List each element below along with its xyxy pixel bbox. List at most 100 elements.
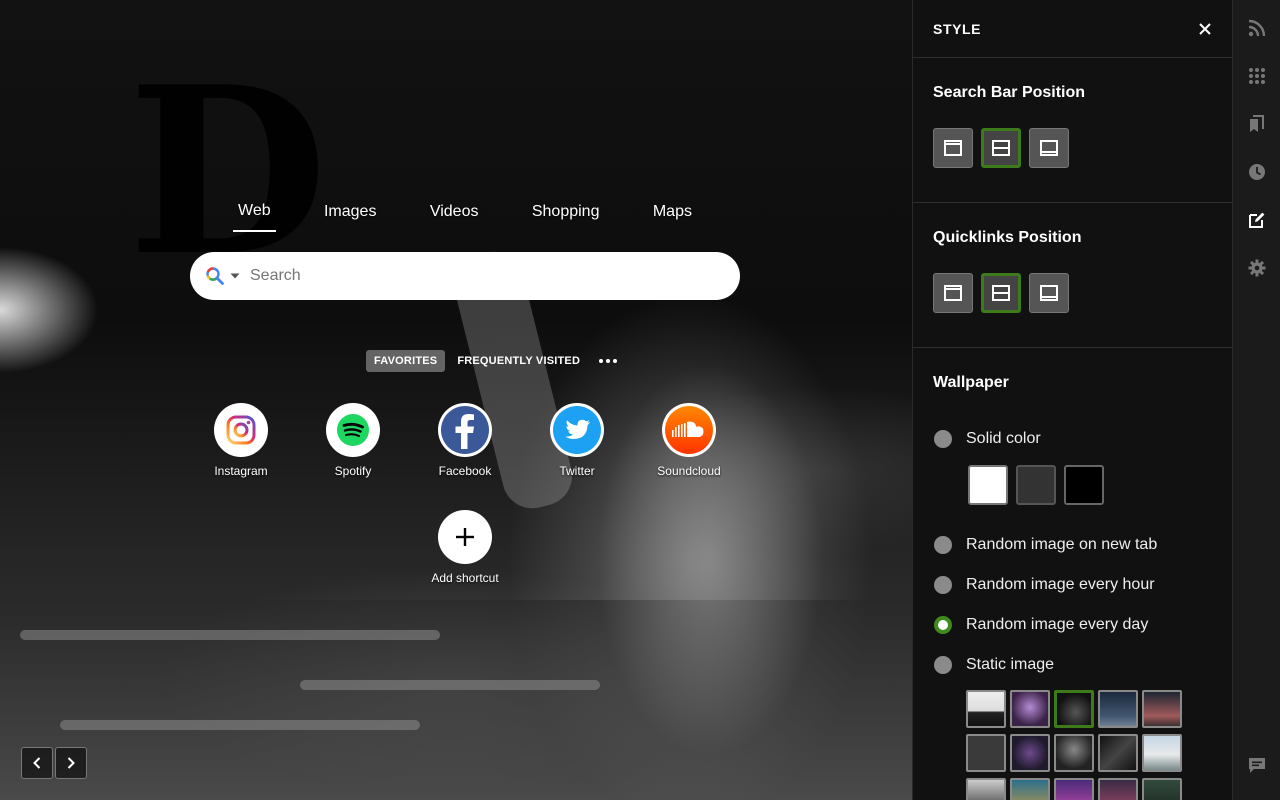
style-edit-icon	[1249, 212, 1265, 228]
shortcut-label: Twitter	[559, 464, 595, 478]
rss-icon	[1248, 19, 1266, 37]
wallpaper-option-random-new-tab[interactable]: Random image on new tab	[934, 536, 1157, 554]
wallpaper-option-static-image[interactable]: Static image	[934, 656, 1054, 674]
add-shortcut-button[interactable]: Add shortcut	[420, 510, 510, 585]
wallpaper-thumbnail[interactable]	[966, 734, 1006, 772]
color-swatch-black[interactable]	[1064, 465, 1104, 505]
tab-images[interactable]: Images	[319, 197, 381, 231]
apps-grid-icon	[1249, 68, 1265, 84]
style-panel-header: STYLE	[913, 0, 1232, 58]
radio-button[interactable]	[934, 656, 952, 674]
close-icon[interactable]	[1198, 22, 1212, 36]
wallpaper-section: Wallpaper Solid color Random image on ne…	[913, 348, 1232, 800]
radio-button-selected[interactable]	[934, 616, 952, 634]
quicklinks-tabs: FAVORITES FREQUENTLY VISITED	[366, 350, 618, 372]
previous-wallpaper-button[interactable]	[21, 747, 53, 779]
panel-title: STYLE	[933, 20, 982, 37]
radio-button[interactable]	[934, 536, 952, 554]
next-wallpaper-button[interactable]	[55, 747, 87, 779]
shortcut-label: Facebook	[438, 464, 492, 478]
wallpaper-deck-detail	[20, 630, 440, 640]
more-dots-icon[interactable]	[598, 357, 618, 365]
instagram-icon	[226, 415, 256, 445]
bookmarks-button[interactable]	[1247, 114, 1267, 134]
tab-web[interactable]: Web	[233, 196, 276, 232]
wallpaper-thumbnail[interactable]	[1142, 690, 1182, 728]
position-options	[933, 128, 1212, 188]
shortcut-circle	[214, 403, 268, 457]
layout-middle-icon	[992, 285, 1010, 301]
wallpaper-thumbnail[interactable]	[1054, 734, 1094, 772]
chevron-down-icon	[230, 273, 240, 279]
radio-button[interactable]	[934, 576, 952, 594]
wallpaper-thumbnail-selected[interactable]	[1054, 690, 1094, 728]
rss-button[interactable]	[1247, 18, 1267, 38]
radio-button[interactable]	[934, 430, 952, 448]
radio-label: Random image every day	[966, 616, 1149, 633]
shortcut-circle	[438, 403, 492, 457]
wallpaper-thumbnail[interactable]	[1098, 734, 1138, 772]
history-button[interactable]	[1247, 162, 1267, 182]
color-swatch-white[interactable]	[968, 465, 1008, 505]
settings-button[interactable]	[1247, 258, 1267, 278]
wallpaper-thumbnail[interactable]	[1010, 734, 1050, 772]
shortcut-spotify[interactable]: Spotify	[308, 403, 398, 478]
shortcut-circle	[662, 403, 716, 457]
tab-shopping[interactable]: Shopping	[527, 197, 605, 231]
tab-videos[interactable]: Videos	[425, 197, 484, 231]
radio-label: Static image	[966, 656, 1055, 673]
search-input[interactable]	[250, 267, 740, 285]
wallpaper-thumbnail[interactable]	[1054, 778, 1094, 800]
apps-button[interactable]	[1247, 66, 1267, 86]
color-swatch-dark-gray[interactable]	[1016, 465, 1056, 505]
wallpaper-thumbnail[interactable]	[1142, 734, 1182, 772]
add-shortcut-label: Add shortcut	[431, 571, 499, 585]
shortcut-soundcloud[interactable]: Soundcloud	[644, 403, 734, 478]
layout-bottom-icon	[1040, 140, 1058, 156]
layout-bottom-icon	[1040, 285, 1058, 301]
wallpaper-deck-detail	[60, 720, 420, 730]
wallpaper-option-random-hour[interactable]: Random image every hour	[934, 576, 1155, 594]
wallpaper-thumbnail[interactable]	[966, 778, 1006, 800]
shortcut-facebook[interactable]: Facebook	[420, 403, 510, 478]
wallpaper-thumbnail[interactable]	[1142, 778, 1182, 800]
style-button[interactable]	[1247, 210, 1267, 230]
position-bottom-button[interactable]	[1029, 128, 1069, 168]
position-middle-button[interactable]	[981, 273, 1021, 313]
search-bar	[190, 252, 740, 300]
shortcut-label: Soundcloud	[657, 464, 721, 478]
position-middle-button[interactable]	[981, 128, 1021, 168]
tab-favorites[interactable]: FAVORITES	[366, 350, 446, 372]
wallpaper-thumbnail[interactable]	[966, 690, 1006, 728]
shortcut-instagram[interactable]: Instagram	[196, 403, 286, 478]
position-top-button[interactable]	[933, 128, 973, 168]
section-heading: Wallpaper	[933, 374, 1009, 391]
wallpaper-thumbnail[interactable]	[1010, 778, 1050, 800]
chevron-left-icon	[33, 757, 41, 769]
wallpaper-thumbnail[interactable]	[1098, 690, 1138, 728]
style-panel: STYLE Search Bar Position Quicklinks Pos…	[912, 0, 1232, 800]
shortcut-circle	[326, 403, 380, 457]
wallpaper-deck-detail	[300, 680, 600, 690]
facebook-icon	[441, 406, 489, 454]
plus-icon	[456, 528, 474, 546]
tab-frequently-visited[interactable]: FREQUENTLY VISITED	[449, 350, 588, 372]
wallpaper-thumbnail[interactable]	[1010, 690, 1050, 728]
shortcut-twitter[interactable]: Twitter	[532, 403, 622, 478]
feedback-button[interactable]	[1247, 756, 1267, 776]
section-heading: Search Bar Position	[933, 84, 1086, 101]
twitter-icon	[553, 406, 601, 454]
wallpaper-thumbnail[interactable]	[1098, 778, 1138, 800]
tab-maps[interactable]: Maps	[648, 197, 697, 231]
search-engine-selector[interactable]	[190, 252, 250, 300]
layout-top-icon	[944, 140, 962, 156]
soundcloud-icon	[665, 406, 713, 454]
wallpaper-option-solid-color[interactable]: Solid color	[934, 430, 1041, 448]
layout-top-icon	[944, 285, 962, 301]
quicklinks-position-section: Quicklinks Position	[913, 203, 1232, 348]
wallpaper-option-random-day[interactable]: Random image every day	[934, 616, 1148, 634]
search-type-tabs: Web Images Videos Shopping Maps	[233, 196, 697, 232]
position-top-button[interactable]	[933, 273, 973, 313]
spotify-icon	[337, 414, 369, 446]
position-bottom-button[interactable]	[1029, 273, 1069, 313]
